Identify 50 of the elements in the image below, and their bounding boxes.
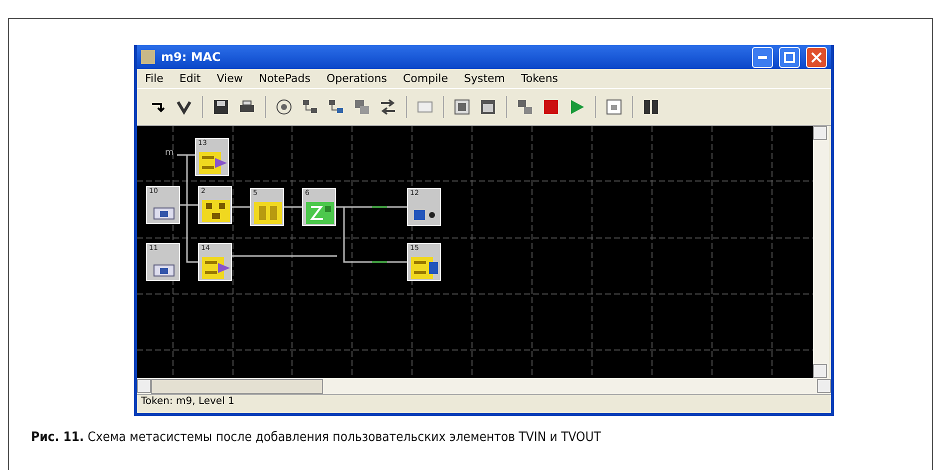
tree-icon <box>301 98 319 116</box>
link-marker <box>372 206 387 208</box>
splitter-block-icon <box>202 200 230 222</box>
figure-caption: Рис. 11. Схема метасистемы после добавления пользовательских элементов TVIN и TVOUT <box>31 430 601 445</box>
connector-line <box>232 206 250 208</box>
menu-item[interactable]: Tokens <box>521 72 558 85</box>
maximize-button[interactable] <box>779 46 800 68</box>
window-title: m9: MAC <box>161 50 222 64</box>
process-block-icon <box>202 257 230 279</box>
status-bar: Token: m9, Level 1 <box>137 394 831 413</box>
menu-item[interactable]: Operations <box>326 72 387 85</box>
tree-icon <box>327 98 345 116</box>
display-block-icon <box>306 202 334 224</box>
vertical-scrollbar[interactable] <box>813 126 829 378</box>
windows-icon <box>353 98 371 116</box>
swap-icon <box>379 98 397 116</box>
play-icon <box>568 98 586 116</box>
windows-icon <box>516 98 534 116</box>
close-button[interactable] <box>806 46 827 68</box>
filter-block-icon <box>254 202 282 224</box>
minimize-icon <box>758 56 767 58</box>
save-icon <box>212 98 230 116</box>
link-marker <box>372 261 387 263</box>
scroll-thumb[interactable] <box>151 378 323 394</box>
scroll-left-button[interactable] <box>137 379 151 393</box>
grid-icon <box>453 98 471 116</box>
maximize-icon <box>784 52 795 62</box>
calendar-icon <box>605 98 623 116</box>
menu-item[interactable]: Edit <box>179 72 201 85</box>
close-icon <box>811 52 822 62</box>
scroll-right-button[interactable] <box>817 379 831 393</box>
minimize-button[interactable] <box>752 46 773 68</box>
menu-item[interactable]: System <box>464 72 505 85</box>
menu-item[interactable]: Compile <box>402 72 448 85</box>
stop-icon <box>542 98 560 116</box>
scroll-up-button[interactable] <box>813 126 827 140</box>
columns-icon <box>642 98 660 116</box>
target-icon <box>275 98 293 116</box>
menu-item[interactable]: File <box>145 72 164 85</box>
window-icon <box>479 98 497 116</box>
process-block-icon <box>199 152 227 174</box>
scroll-down-button[interactable] <box>813 364 827 378</box>
horizontal-scrollbar[interactable] <box>137 378 831 394</box>
connector-line <box>284 206 302 208</box>
input-label: m <box>165 148 174 158</box>
menu-item[interactable]: View <box>216 72 243 85</box>
app-icon <box>141 50 155 64</box>
connect-icon <box>175 98 193 116</box>
process-block-icon <box>411 257 439 279</box>
menu-item[interactable]: NotePads <box>258 72 310 85</box>
